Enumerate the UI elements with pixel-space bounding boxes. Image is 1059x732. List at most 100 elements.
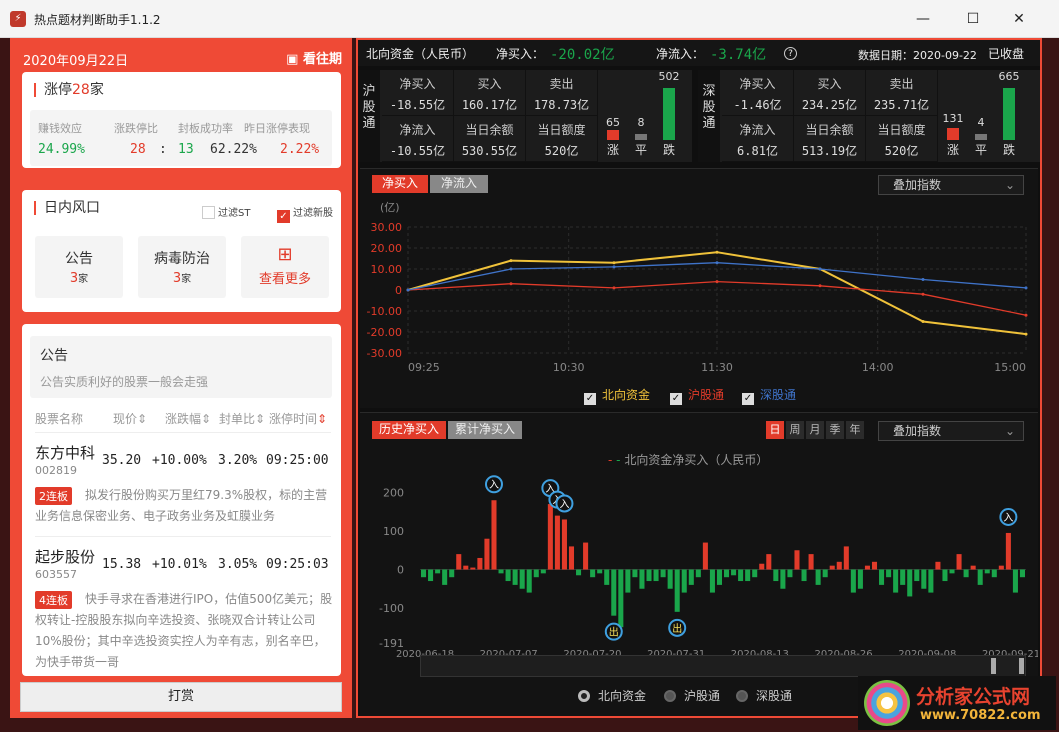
grid-icon: ⊞ [277,244,293,265]
sh-balance: 当日余额 530.55亿 [454,116,526,162]
x-tick-label: 09:25 [408,361,440,374]
bar [829,565,835,570]
col-limit-time[interactable]: 涨停时间⇕ [269,410,327,427]
history-button[interactable]: ▣ 看往期 [286,48,342,67]
x-tick-label: 11:30 [701,361,733,374]
series-point [715,280,719,284]
stock-change: +10.00% [152,453,207,468]
intraday-chart-panel: 净买入 净流入 叠加指数 ⌄ (亿) 30.00 20.00 10.00 0 -10.00 -… [360,168,1038,408]
bar [984,569,990,574]
yesterday-perf-value: 2.22% [280,142,320,157]
range-scrollbar[interactable] [420,655,1026,677]
bar [871,561,878,570]
net-in-label: 净流入： [656,47,705,61]
bar [900,569,906,585]
minimize-icon[interactable]: — [900,0,946,38]
overlay-index-select[interactable]: 叠加指数 ⌄ [878,175,1024,195]
maximize-icon[interactable]: ☐ [950,0,996,38]
tab-net-buy[interactable]: 净买入 [372,175,428,193]
radio-label: 沪股通 [684,689,721,703]
bar [822,569,828,578]
col-change[interactable]: 涨跌幅⇕ [165,410,211,427]
legend-sh[interactable]: ✓ 沪股通 [670,386,724,405]
announcement-card: 公告 公告实质利好的股票一般会走强 股票名称 现价⇕ 涨跌幅⇕ 封单比⇕ 涨停时… [22,324,341,676]
app-icon: ⚡ [10,11,26,27]
intraday-card: 日内风口 过滤ST ✓ 过滤新股 公告 3家 病毒防治 3家 ⊞ 查看更多 [22,190,341,312]
tab-history-net-buy[interactable]: 历史净买入 [372,421,446,439]
bar [850,569,856,593]
col-ratio-label: 封单比 [219,412,256,426]
col-stock-name[interactable]: 股票名称 [35,410,83,427]
y-tick-label: 20.00 [371,242,403,255]
earning-effect-label: 赚钱效应 [38,122,82,135]
range-handle-left[interactable] [991,658,996,674]
series-point [1024,332,1028,336]
marker-label: 出 [609,626,619,639]
bar [766,554,772,570]
filter-new-checkbox[interactable]: ✓ 过滤新股 [277,204,333,223]
intraday-legend: ✓ 北向资金 ✓ 沪股通 ✓ 深股通 [360,386,1038,408]
up-count: 65 [606,116,620,129]
series-line-1 [407,280,1027,316]
north-header: 北向资金（人民币） 净买入： -20.02亿 净流入： -3.74亿 ? 数据日… [358,40,1040,66]
y-tick-label: 10.00 [371,263,403,276]
reward-button[interactable]: 打赏 [20,682,342,712]
period-year[interactable]: 年 [846,421,864,439]
close-icon[interactable]: ✕ [996,0,1042,38]
bar [970,565,976,570]
earning-effect-value: 24.99% [38,142,85,157]
legend-sz[interactable]: ✓ 深股通 [742,386,796,405]
radio-sh[interactable]: 沪股通 [664,687,720,704]
bar [681,569,687,593]
tile-announcement[interactable]: 公告 3家 [35,236,123,298]
range-handle-right[interactable] [1019,658,1024,674]
tab-net-inflow[interactable]: 净流入 [430,175,488,193]
legend-north[interactable]: ✓ 北向资金 [584,386,650,405]
y-tick-label: -20.00 [367,326,402,339]
cell-value: 178.73亿 [533,98,590,112]
down-bar [1003,88,1015,140]
radio-icon [736,690,748,702]
flat-count: 4 [977,116,985,129]
current-date: 2020年09月22日 [23,54,129,69]
intraday-line-chart: (亿) 30.00 20.00 10.00 0 -10.00 -20.00 -30.00 09:… [367,201,1028,374]
col-ratio[interactable]: 封单比⇕ [219,410,265,427]
cell-value: 160.17亿 [461,98,518,112]
legend-swatch: - [608,453,617,467]
filter-st-checkbox[interactable]: 过滤ST [202,204,250,219]
bar [702,542,708,570]
tile-virus-control[interactable]: 病毒防治 3家 [138,236,226,298]
cell-value: -1.46亿 [733,98,782,112]
flower-logo-icon [864,680,910,726]
help-icon[interactable]: ? [784,47,797,60]
series-point [612,261,616,265]
period-quarter[interactable]: 季 [826,421,844,439]
radio-north[interactable]: 北向资金 [578,687,646,704]
bar [780,569,786,589]
legend-label: 沪股通 [688,388,725,402]
bar [949,569,955,574]
sh-buy: 买入 160.17亿 [454,70,526,116]
bar [576,569,582,576]
notice-title: 公告 [40,348,68,364]
cell-value: 520亿 [544,144,579,158]
cell-label: 净买入 [739,77,776,91]
sz-balance: 当日余额 513.19亿 [794,116,866,162]
cell-label: 买入 [817,77,842,91]
bar [618,569,624,628]
bar [801,569,807,582]
series-point [818,284,822,288]
radio-sz[interactable]: 深股通 [736,687,792,704]
see-more-button[interactable]: ⊞ 查看更多 [241,236,329,298]
col-price[interactable]: 现价⇕ [113,410,147,427]
brand-watermark: 分析家公式网 www.70822.com [858,676,1056,730]
bar [695,569,701,578]
flat-count: 8 [637,116,645,129]
period-week[interactable]: 周 [786,421,804,439]
period-month[interactable]: 月 [806,421,824,439]
bar [428,569,434,582]
overlay-index-select-2[interactable]: 叠加指数 ⌄ [878,421,1024,441]
period-day[interactable]: 日 [766,421,784,439]
tab-cumulative-net-buy[interactable]: 累计净买入 [448,421,522,439]
bar [709,569,715,593]
